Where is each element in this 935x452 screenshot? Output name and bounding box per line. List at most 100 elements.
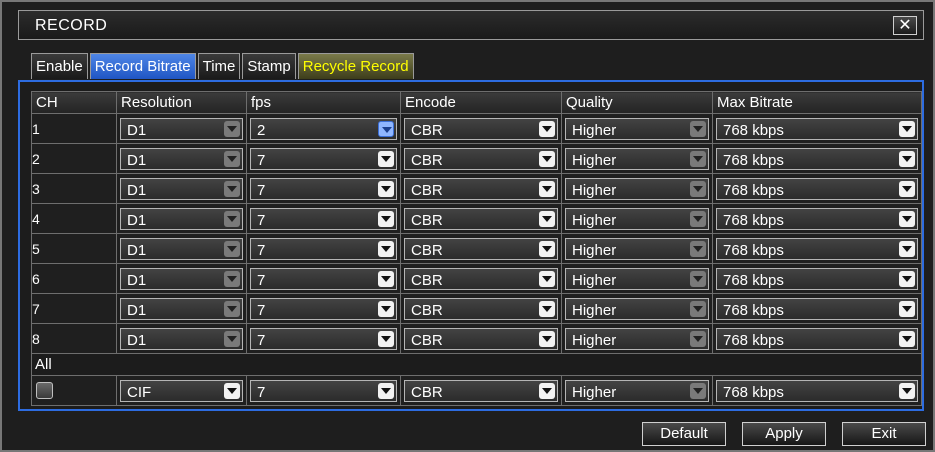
encode-value: CBR [411, 271, 443, 289]
fps-select[interactable]: 7 [250, 297, 397, 320]
resolution-select[interactable]: D1 [120, 267, 243, 290]
tab-record-bitrate[interactable]: Record Bitrate [89, 53, 196, 79]
quality-select[interactable]: Higher [565, 117, 709, 140]
quality-select[interactable]: Higher [565, 267, 709, 290]
fps-select[interactable]: 7 [250, 147, 397, 170]
header-ch: CH [31, 91, 117, 114]
exit-button[interactable]: Exit [842, 422, 926, 446]
chevron-down-icon [690, 120, 706, 137]
fps-select[interactable]: 7 [250, 207, 397, 230]
chevron-down-icon [539, 382, 555, 399]
all-quality-select[interactable]: Higher [565, 379, 709, 402]
fps-select[interactable]: 7 [250, 327, 397, 350]
encode-select[interactable]: CBR [404, 297, 558, 320]
chevron-down-icon [539, 120, 555, 137]
tab-recycle-record[interactable]: Recycle Record [297, 53, 414, 79]
encode-select[interactable]: CBR [404, 267, 558, 290]
resolution-value: D1 [127, 301, 147, 319]
max-bitrate-select[interactable]: 768 kbps [716, 297, 918, 320]
table-row: 2 D1 7 CBR Higher 768 kbps [31, 143, 922, 174]
channel-number: 5 [31, 233, 117, 264]
all-max-bitrate-select[interactable]: 768 kbps [716, 379, 918, 402]
encode-value: CBR [411, 121, 443, 139]
apply-button[interactable]: Apply [742, 422, 826, 446]
resolution-select[interactable]: D1 [120, 207, 243, 230]
encode-select[interactable]: CBR [404, 237, 558, 260]
resolution-value: D1 [127, 331, 147, 349]
quality-select[interactable]: Higher [565, 297, 709, 320]
channel-number: 4 [31, 203, 117, 234]
all-encode-select[interactable]: CBR [404, 379, 558, 402]
quality-select[interactable]: Higher [565, 207, 709, 230]
all-resolution-select[interactable]: CIF [120, 379, 243, 402]
max-bitrate-value: 768 kbps [723, 151, 784, 169]
fps-select[interactable]: 7 [250, 267, 397, 290]
header-resolution: Resolution [116, 91, 247, 114]
fps-select[interactable]: 7 [250, 237, 397, 260]
fps-value: 2 [257, 121, 266, 139]
resolution-select[interactable]: D1 [120, 147, 243, 170]
resolution-select[interactable]: D1 [120, 237, 243, 260]
quality-value: Higher [572, 241, 617, 259]
quality-value: Higher [572, 331, 617, 349]
max-bitrate-value: 768 kbps [723, 211, 784, 229]
max-bitrate-select[interactable]: 768 kbps [716, 147, 918, 170]
quality-select[interactable]: Higher [565, 327, 709, 350]
chevron-down-icon [690, 382, 706, 399]
table-row: 6 D1 7 CBR Higher 768 kbps [31, 263, 922, 294]
all-row: CIF 7 CBR Higher 768 kbps [31, 375, 922, 406]
all-checkbox[interactable] [36, 382, 53, 399]
max-bitrate-value: 768 kbps [723, 301, 784, 319]
resolution-value: D1 [127, 121, 147, 139]
quality-select[interactable]: Higher [565, 177, 709, 200]
resolution-select[interactable]: D1 [120, 177, 243, 200]
chevron-down-icon [539, 150, 555, 167]
quality-select[interactable]: Higher [565, 147, 709, 170]
quality-select[interactable]: Higher [565, 237, 709, 260]
encode-select[interactable]: CBR [404, 207, 558, 230]
resolution-select[interactable]: D1 [120, 297, 243, 320]
chevron-down-icon [378, 150, 394, 167]
resolution-select[interactable]: D1 [120, 327, 243, 350]
max-bitrate-select[interactable]: 768 kbps [716, 207, 918, 230]
header-fps: fps [246, 91, 401, 114]
chevron-down-icon [224, 300, 240, 317]
default-button[interactable]: Default [642, 422, 726, 446]
chevron-down-icon [378, 300, 394, 317]
encode-value: CBR [411, 301, 443, 319]
encode-select[interactable]: CBR [404, 147, 558, 170]
tab-enable[interactable]: Enable [31, 53, 88, 79]
encode-select[interactable]: CBR [404, 327, 558, 350]
max-bitrate-select[interactable]: 768 kbps [716, 237, 918, 260]
max-bitrate-select[interactable]: 768 kbps [716, 117, 918, 140]
fps-select[interactable]: 2 [250, 117, 397, 140]
max-bitrate-select[interactable]: 768 kbps [716, 327, 918, 350]
chevron-down-icon [690, 270, 706, 287]
fps-value: 7 [257, 383, 266, 401]
table-row: 4 D1 7 CBR Higher 768 kbps [31, 203, 922, 234]
chevron-down-icon [899, 120, 915, 137]
header-max-bitrate: Max Bitrate [712, 91, 922, 114]
table-row: 8 D1 7 CBR Higher 768 kbps [31, 323, 922, 354]
all-fps-select[interactable]: 7 [250, 379, 397, 402]
max-bitrate-value: 768 kbps [723, 271, 784, 289]
all-label-row: All [31, 353, 922, 376]
quality-value: Higher [572, 301, 617, 319]
chevron-down-icon [899, 150, 915, 167]
close-button[interactable]: ✕ [893, 16, 917, 35]
chevron-down-icon [224, 240, 240, 257]
fps-select[interactable]: 7 [250, 177, 397, 200]
tab-stamp[interactable]: Stamp [242, 53, 296, 79]
chevron-down-icon [224, 270, 240, 287]
max-bitrate-value: 768 kbps [723, 383, 784, 401]
max-bitrate-select[interactable]: 768 kbps [716, 177, 918, 200]
tab-bar: Enable Record Bitrate Time Stamp Recycle… [31, 53, 416, 79]
resolution-select[interactable]: D1 [120, 117, 243, 140]
resolution-value: D1 [127, 271, 147, 289]
tab-time[interactable]: Time [197, 53, 241, 79]
max-bitrate-select[interactable]: 768 kbps [716, 267, 918, 290]
table-row: 1 D1 2 CBR Higher 768 kbps [31, 113, 922, 144]
encode-select[interactable]: CBR [404, 177, 558, 200]
encode-select[interactable]: CBR [404, 117, 558, 140]
chevron-down-icon [899, 240, 915, 257]
